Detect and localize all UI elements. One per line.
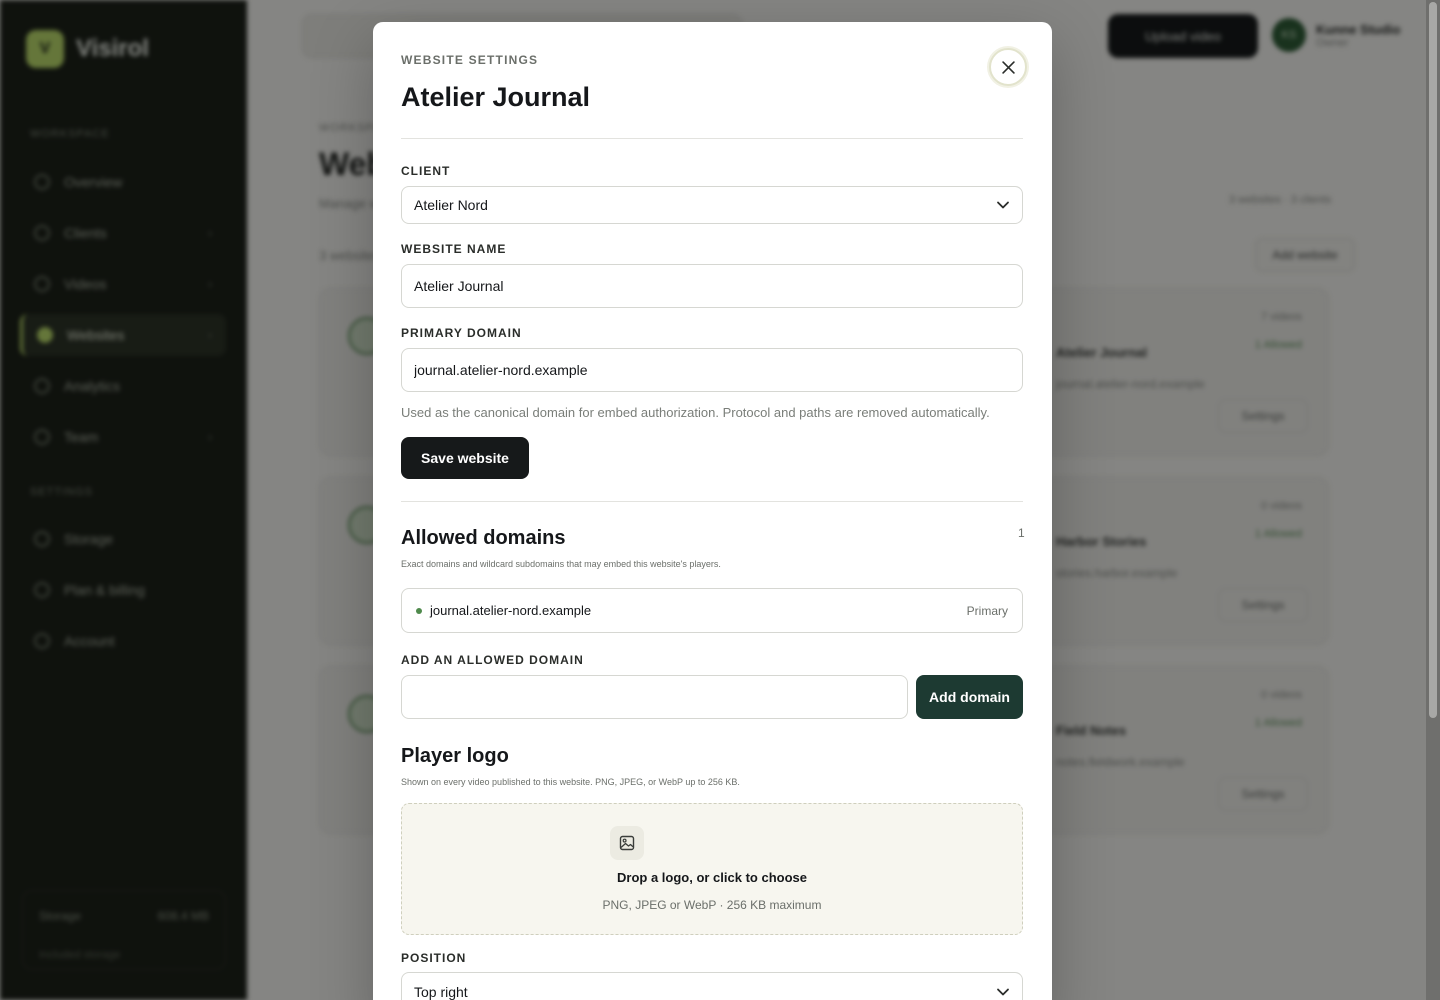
modal-title: Atelier Journal	[401, 82, 591, 112]
position-label: POSITION	[401, 951, 467, 965]
client-select[interactable]: Atelier Nord	[401, 186, 1023, 224]
primary-domain-input[interactable]	[401, 348, 1023, 392]
allowed-domains-description: Exact domains and wildcard subdomains th…	[401, 559, 721, 569]
primary-domain-hint: Used as the canonical domain for embed a…	[401, 405, 990, 420]
website-name-input[interactable]	[401, 264, 1023, 308]
close-icon	[1001, 60, 1015, 74]
divider	[401, 501, 1023, 502]
scrollbar-thumb[interactable]	[1429, 2, 1437, 718]
dropzone-title: Drop a logo, or click to choose	[617, 870, 807, 885]
image-icon	[610, 826, 644, 860]
add-domain-input[interactable]	[401, 675, 908, 719]
allowed-domain-item: journal.atelier-nord.example Primary	[401, 588, 1023, 633]
allowed-domains-count: 1	[1018, 526, 1025, 540]
chevron-down-icon	[997, 988, 1009, 996]
save-website-button[interactable]: Save website	[401, 437, 529, 479]
add-domain-button[interactable]: Add domain	[916, 675, 1023, 719]
divider	[401, 138, 1023, 139]
scrollbar[interactable]	[1426, 0, 1440, 1000]
status-dot-icon	[416, 607, 422, 614]
player-logo-title: Player logo	[401, 745, 509, 767]
client-label: CLIENT	[401, 164, 451, 178]
close-button[interactable]	[989, 48, 1027, 86]
website-settings-modal: WEBSITE SETTINGS Atelier Journal CLIENT …	[373, 22, 1052, 1000]
position-select-value: Top right	[414, 984, 468, 1000]
allowed-domains-title: Allowed domains	[401, 527, 566, 549]
modal-eyebrow: WEBSITE SETTINGS	[401, 53, 539, 67]
player-logo-description: Shown on every video published to this w…	[401, 777, 740, 787]
add-domain-label: ADD AN ALLOWED DOMAIN	[401, 653, 584, 667]
primary-badge: Primary	[966, 603, 1008, 618]
website-name-label: WEBSITE NAME	[401, 242, 507, 256]
client-select-value: Atelier Nord	[414, 197, 488, 213]
primary-domain-label: PRIMARY DOMAIN	[401, 326, 522, 340]
logo-dropzone[interactable]: Drop a logo, or click to choose PNG, JPE…	[401, 803, 1023, 935]
dropzone-subtitle: PNG, JPEG or WebP · 256 KB maximum	[602, 898, 822, 912]
allowed-domain-value: journal.atelier-nord.example	[430, 603, 592, 618]
position-select[interactable]: Top right	[401, 972, 1023, 1000]
chevron-down-icon	[997, 201, 1009, 209]
